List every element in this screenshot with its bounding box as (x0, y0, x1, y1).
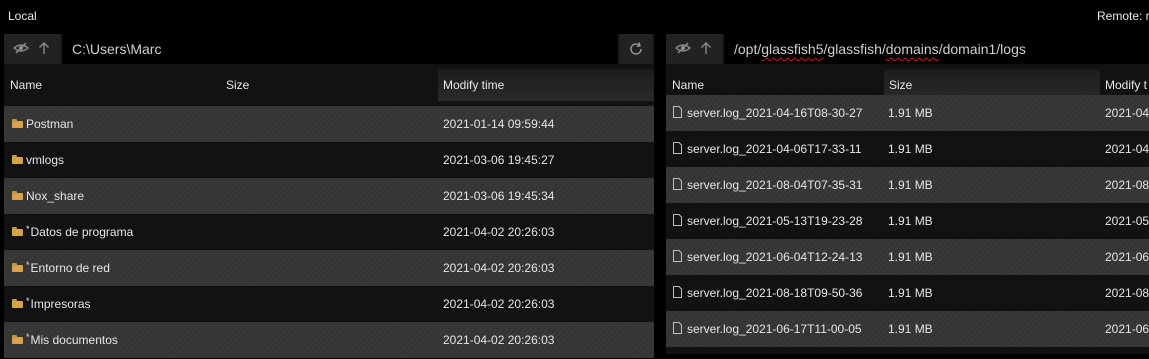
file-icon (673, 106, 682, 118)
list-item[interactable]: server.log_2021-08-04T07-35-31 1.91 MB 2… (666, 167, 1149, 203)
local-col-size[interactable]: Size (226, 69, 249, 101)
file-modified: 2021-06 (1105, 322, 1149, 336)
local-column-header: Name Size Modify time (4, 69, 654, 101)
list-item[interactable]: *Entorno de red 2021-04-02 20:26:03 (4, 250, 654, 286)
list-item[interactable]: *Impresoras 2021-04-02 20:26:03 (4, 286, 654, 322)
file-name: Mis documentos (30, 333, 118, 347)
shortcut-icon: * (26, 224, 30, 234)
file-modified: 2021-01-14 09:59:44 (443, 117, 555, 131)
refresh-icon (630, 42, 642, 55)
file-icon (673, 286, 682, 298)
file-name: server.log_2021-05-13T19-23-28 (687, 214, 863, 228)
file-size: 1.91 MB (888, 142, 933, 156)
folder-icon (12, 263, 23, 272)
file-icon (673, 178, 682, 190)
file-modified: 2021-06 (1105, 250, 1149, 264)
file-size: 1.91 MB (888, 322, 933, 336)
file-name: server.log_2021-06-17T11-00-05 (687, 322, 862, 336)
list-item[interactable]: server.log_2021-06-04T12-24-13 1.91 MB 2… (666, 239, 1149, 275)
folder-icon (12, 227, 23, 236)
file-modified: 2021-05 (1105, 214, 1149, 228)
remote-nav-buttons (666, 34, 722, 64)
file-modified: 2021-04-02 20:26:03 (443, 333, 555, 347)
remote-path-input[interactable]: /opt/glassfish5/glassfish/domains/domain… (724, 34, 1149, 64)
shortcut-icon: * (26, 296, 30, 306)
file-size: 1.91 MB (888, 214, 933, 228)
local-pane-label: Local (8, 9, 37, 23)
arrow-up-icon[interactable] (36, 40, 52, 56)
file-size: 1.91 MB (888, 286, 933, 300)
file-modified: 2021-04-02 20:26:03 (443, 225, 555, 239)
file-size: 1.91 MB (888, 178, 933, 192)
file-name: Impresoras (30, 297, 91, 311)
local-path-input[interactable]: C:\Users\Marc (62, 34, 618, 64)
eye-slash-icon[interactable] (674, 40, 692, 56)
path-part-misspelled: domains (885, 41, 939, 57)
refresh-button[interactable] (620, 34, 652, 64)
file-modified: 2021-03-06 19:45:27 (443, 153, 555, 167)
path-part-misspelled: glassfish5 (761, 41, 824, 57)
local-path-bar: C:\Users\Marc (4, 34, 654, 64)
shortcut-icon: * (26, 332, 30, 342)
eye-slash-icon[interactable] (12, 40, 30, 56)
list-item[interactable]: Nox_share 2021-03-06 19:45:34 (4, 178, 654, 214)
list-item[interactable]: server.log_2021-08-18T09-50-36 1.91 MB 2… (666, 275, 1149, 311)
file-name: Entorno de red (30, 261, 110, 275)
shortcut-icon: * (26, 260, 30, 270)
file-icon (673, 142, 682, 154)
remote-path-bar: /opt/glassfish5/glassfish/domains/domain… (666, 34, 1149, 64)
file-name: server.log_2021-04-06T17-33-11 (687, 142, 862, 156)
file-name: Nox_share (26, 189, 85, 203)
file-modified: 2021-04-02 20:26:03 (443, 261, 555, 275)
file-size: 1.91 MB (888, 250, 933, 264)
file-name-shortcut: *Mis documentos (26, 322, 118, 358)
folder-icon (12, 299, 23, 308)
list-item[interactable]: server.log_2021-04-16T08-30-27 1.91 MB 2… (666, 95, 1149, 131)
remote-pane-label: Remote: r (1097, 9, 1149, 23)
file-icon (673, 322, 682, 334)
folder-icon (12, 335, 23, 344)
local-pane: C:\Users\Marc Name Size Modify time Post… (4, 34, 654, 358)
file-size: 1.91 MB (888, 106, 933, 120)
list-item[interactable]: vmlogs 2021-03-06 19:45:27 (4, 142, 654, 178)
file-name: server.log_2021-08-04T07-35-31 (687, 178, 863, 192)
path-part: /opt/ (734, 41, 762, 57)
file-modified: 2021-08 (1105, 286, 1149, 300)
local-nav-buttons (4, 34, 60, 64)
file-modified: 2021-04-02 20:26:03 (443, 297, 555, 311)
file-name: server.log_2021-04-16T08-30-27 (687, 106, 863, 120)
local-col-modified[interactable]: Modify time (438, 69, 654, 101)
folder-icon (12, 155, 23, 164)
path-part: /glassfish/ (823, 41, 886, 57)
file-name: vmlogs (26, 153, 65, 167)
file-modified: 2021-04 (1105, 106, 1149, 120)
list-item[interactable]: *Mis documentos 2021-04-02 20:26:03 (4, 322, 654, 358)
folder-icon (12, 119, 23, 128)
file-name: server.log_2021-06-04T12-24-13 (687, 250, 863, 264)
arrow-up-icon[interactable] (698, 40, 714, 56)
file-name: Datos de programa (30, 225, 134, 239)
path-part: /domain1/logs (938, 41, 1026, 57)
file-modified: 2021-03-06 19:45:34 (443, 189, 555, 203)
file-name-shortcut: *Impresoras (26, 286, 91, 322)
file-name: Postman (26, 117, 74, 131)
file-name-shortcut: *Entorno de red (26, 250, 110, 286)
file-icon (673, 250, 682, 262)
file-icon (673, 214, 682, 226)
file-modified: 2021-08 (1105, 178, 1149, 192)
folder-icon (12, 191, 23, 200)
file-name: server.log_2021-08-18T09-50-36 (687, 286, 863, 300)
list-item[interactable]: Postman 2021-01-14 09:59:44 (4, 106, 654, 142)
file-name-shortcut: *Datos de programa (26, 214, 133, 250)
file-modified: 2021-04 (1105, 142, 1149, 156)
list-item[interactable]: server.log_2021-06-17T11-00-05 1.91 MB 2… (666, 311, 1149, 347)
list-item[interactable]: server.log_2021-05-13T19-23-28 1.91 MB 2… (666, 203, 1149, 239)
remote-pane: /opt/glassfish5/glassfish/domains/domain… (666, 34, 1149, 354)
list-item[interactable]: *Datos de programa 2021-04-02 20:26:03 (4, 214, 654, 250)
local-col-name[interactable]: Name (10, 69, 42, 101)
list-item[interactable]: server.log_2021-04-06T17-33-11 1.91 MB 2… (666, 131, 1149, 167)
